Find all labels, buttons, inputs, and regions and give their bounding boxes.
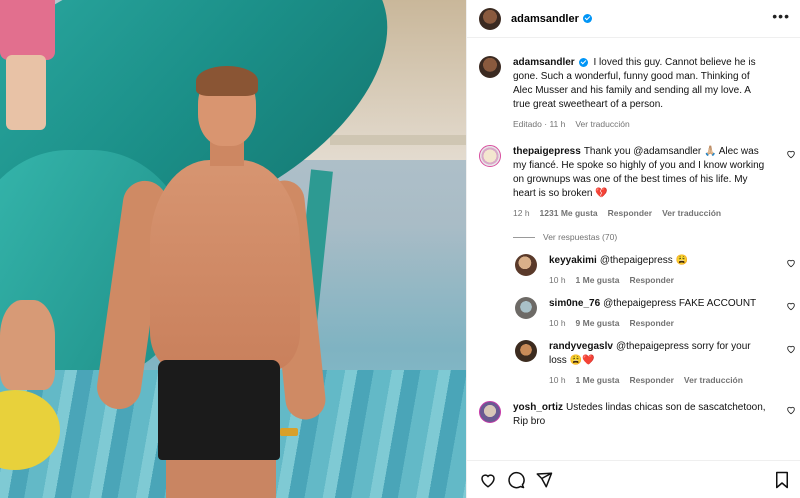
reply: sim0ne_76 @thepaigepress FAKE ACCOUNT 10 …	[467, 297, 800, 328]
reply-text: keyyakimi @thepaigepress 😩	[549, 255, 689, 266]
heart-icon[interactable]	[786, 149, 796, 159]
comment-text: thepaigepress Thank you @adamsandler 🙏🏼 A…	[513, 146, 765, 199]
reply-username[interactable]: keyyakimi	[549, 255, 597, 266]
comment: yosh_ortiz Ustedes lindas chicas son de s…	[467, 401, 800, 429]
edited-label: Editado · 11 h	[513, 119, 566, 129]
heart-icon[interactable]	[786, 405, 796, 415]
post-sidebar: adamsandler ••• adamsandler I loved this…	[466, 0, 800, 498]
reply: keyyakimi @thepaigepress 😩 10 h 1 Me gust…	[467, 254, 800, 285]
author-avatar[interactable]	[479, 7, 501, 30]
swim-shorts	[158, 360, 280, 460]
reply-text: randyvegaslv @thepaigepress sorry for you…	[549, 341, 751, 366]
post-header: adamsandler •••	[467, 0, 800, 38]
reply-time: 10 h	[549, 275, 566, 285]
comment-username[interactable]: thepaigepress	[513, 146, 581, 157]
heart-icon[interactable]	[479, 471, 497, 489]
heart-icon[interactable]	[786, 344, 796, 354]
view-replies-button[interactable]: Ver respuestas (70)	[467, 232, 800, 242]
reply: randyvegaslv @thepaigepress sorry for you…	[467, 340, 800, 385]
reply-username[interactable]: randyvegaslv	[549, 341, 613, 352]
caption: adamsandler I loved this guy. Cannot bel…	[467, 38, 800, 129]
comment-text: yosh_ortiz Ustedes lindas chicas son de s…	[513, 402, 766, 427]
child-figure-top	[0, 0, 55, 60]
replies-line	[513, 236, 535, 238]
reply-username[interactable]: sim0ne_76	[549, 298, 600, 309]
comment-meta: 12 h 1231 Me gusta Responder Ver traducc…	[513, 208, 770, 218]
comment-icon[interactable]	[507, 471, 525, 489]
child-figure-left	[0, 300, 55, 390]
comment-likes[interactable]: 1231 Me gusta	[540, 208, 598, 218]
comment-username[interactable]: yosh_ortiz	[513, 402, 563, 413]
verified-badge-icon	[578, 57, 588, 67]
child-figure-legs	[6, 55, 46, 130]
reply-text: sim0ne_76 @thepaigepress FAKE ACCOUNT	[549, 298, 757, 309]
background-rail	[330, 135, 466, 145]
reply-avatar[interactable]	[515, 340, 537, 362]
reply-time: 10 h	[549, 318, 566, 328]
share-icon[interactable]	[535, 471, 553, 489]
see-translation-link[interactable]: Ver traducción	[662, 208, 721, 218]
heart-icon[interactable]	[786, 301, 796, 311]
bookmark-icon[interactable]	[774, 471, 790, 489]
comment-avatar[interactable]	[479, 401, 501, 423]
reply-meta: 10 h 9 Me gusta Responder	[549, 318, 770, 328]
comments-list[interactable]: adamsandler I loved this guy. Cannot bel…	[467, 38, 800, 460]
caption-meta: Editado · 11 h Ver traducción	[513, 119, 770, 129]
verified-badge-icon	[582, 14, 592, 24]
see-translation-link[interactable]: Ver traducción	[575, 119, 629, 129]
reply-button[interactable]: Responder	[629, 375, 673, 385]
post-actions	[467, 460, 800, 498]
post-photo[interactable]	[0, 0, 466, 498]
author-username[interactable]: adamsandler	[511, 13, 592, 25]
comment-time: 12 h	[513, 208, 530, 218]
reply-meta: 10 h 1 Me gusta Responder	[549, 275, 770, 285]
caption-username[interactable]: adamsandler	[513, 57, 588, 68]
reply-avatar[interactable]	[515, 254, 537, 276]
reply-likes[interactable]: 1 Me gusta	[576, 375, 620, 385]
reply-likes[interactable]: 9 Me gusta	[576, 318, 620, 328]
hair	[196, 66, 258, 96]
see-translation-link[interactable]: Ver traducción	[684, 375, 743, 385]
caption-avatar[interactable]	[479, 56, 501, 78]
reply-time: 10 h	[549, 375, 566, 385]
more-icon[interactable]: •••	[772, 8, 790, 24]
comment-avatar[interactable]	[479, 145, 501, 167]
reply-button[interactable]: Responder	[629, 275, 673, 285]
view-replies-label: Ver respuestas (70)	[543, 232, 618, 242]
reply-button[interactable]: Responder	[629, 318, 673, 328]
reply-avatar[interactable]	[515, 297, 537, 319]
caption-text: adamsandler I loved this guy. Cannot bel…	[513, 57, 756, 110]
heart-icon[interactable]	[786, 258, 796, 268]
reply-likes[interactable]: 1 Me gusta	[576, 275, 620, 285]
reply-button[interactable]: Responder	[608, 208, 652, 218]
torso	[150, 160, 300, 370]
comment: thepaigepress Thank you @adamsandler 🙏🏼 A…	[467, 145, 800, 218]
reply-meta: 10 h 1 Me gusta Responder Ver traducción	[549, 375, 770, 385]
wristwatch	[280, 428, 298, 436]
man-figure	[94, 66, 328, 498]
